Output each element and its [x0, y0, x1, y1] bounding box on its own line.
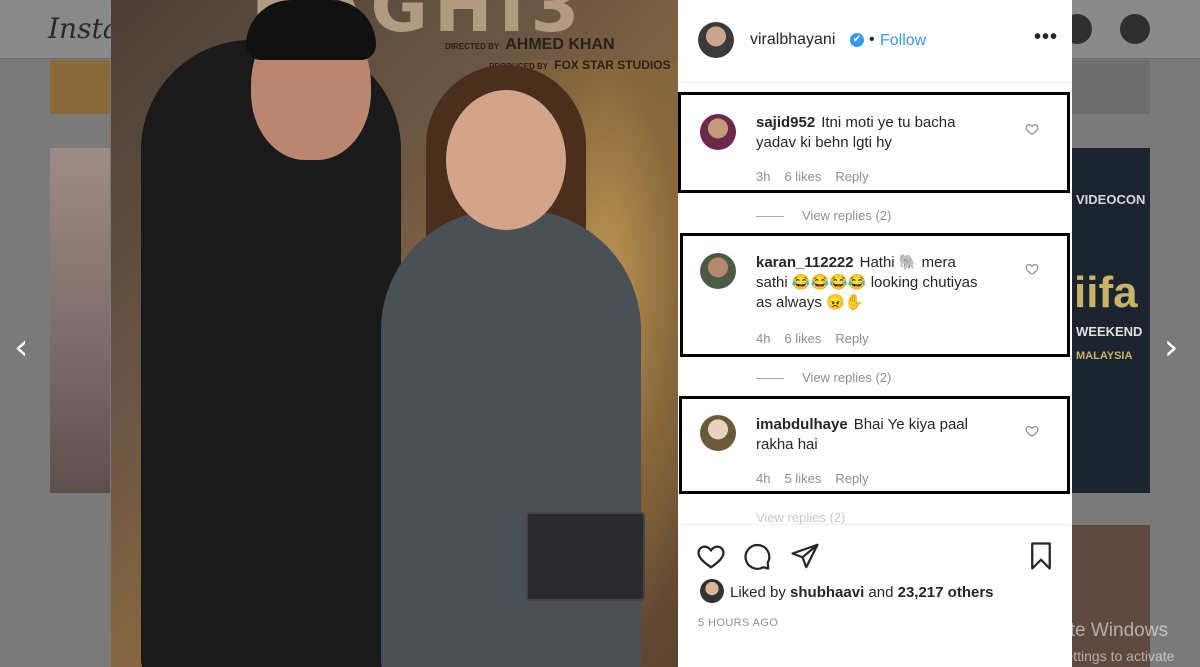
tile-text: VIDEOCON — [1076, 192, 1146, 207]
liked-by-user[interactable]: shubhaavi — [790, 584, 864, 601]
share-send-icon[interactable] — [790, 541, 820, 571]
liked-by-middle: and — [868, 584, 894, 601]
heart-icon[interactable] — [1025, 262, 1039, 276]
comment-body: sajid952 Itni moti ye tu bacha yadav ki b… — [756, 113, 981, 153]
verified-badge-icon: ✔ — [850, 33, 864, 47]
feed-tile[interactable] — [50, 60, 110, 114]
view-replies-label[interactable]: View replies (2) — [802, 370, 891, 385]
person-woman-head — [446, 90, 566, 230]
avatar[interactable] — [700, 579, 724, 603]
reply-link[interactable]: Reply — [835, 331, 868, 346]
comment-body: imabdulhaye Bhai Ye kiya paal rakha hai — [756, 415, 981, 455]
follow-button[interactable]: Follow — [880, 32, 926, 50]
more-options-icon[interactable]: ••• — [1034, 26, 1058, 49]
post-side-panel: viralbhayani ✔ • Follow ••• sajid952 Itni… — [678, 0, 1072, 667]
director-name: AHMED KHAN — [505, 36, 615, 53]
tile-text: WEEKEND — [1076, 324, 1143, 339]
clutch-bag — [526, 512, 645, 601]
comment-time: 4h — [756, 471, 771, 486]
post-username[interactable]: viralbhayani — [750, 31, 835, 49]
reply-link[interactable]: 5 likes — [784, 471, 821, 486]
poster-director-credit: DIRECTED BY AHMED KHAN — [445, 36, 615, 54]
reply-link[interactable]: Reply — [835, 169, 868, 184]
post-action-bar: Liked by shubhaavi and 23,217 others 5 H… — [678, 524, 1072, 635]
comment-time: 4h — [756, 331, 771, 346]
liked-by-prefix: Liked by — [730, 584, 786, 601]
comment-likes[interactable]: 6 likes — [784, 331, 821, 346]
liked-by-count[interactable]: 23,217 others — [898, 584, 994, 601]
direct-download-icon[interactable] — [1120, 14, 1150, 44]
view-replies-link[interactable]: View replies (2) — [756, 370, 891, 385]
post-header: viralbhayani ✔ • Follow ••• — [678, 0, 1072, 83]
tile-text: iifa — [1074, 268, 1138, 317]
heart-icon[interactable] — [1025, 122, 1039, 136]
directed-by-label: DIRECTED BY — [445, 42, 500, 51]
comment-time: 3h — [756, 169, 771, 184]
comment-meta: 3h 6 likes Reply — [756, 169, 883, 184]
comment-bubble-icon[interactable] — [742, 541, 772, 571]
person-man-hair — [246, 0, 376, 60]
comment-body: karan_112222 Hathi 🐘 mera sathi 😂😂😂😂 look… — [756, 253, 981, 313]
comment-likes[interactable]: 6 likes — [784, 169, 821, 184]
avatar[interactable] — [698, 22, 734, 58]
reply-link[interactable]: Reply — [835, 471, 868, 486]
comment-username[interactable]: karan_112222 — [756, 254, 854, 271]
comment-meta: 4h 6 likes Reply — [756, 331, 883, 346]
post-photo[interactable]: BAGHI3 DIRECTED BYAHMED KHAN PRODUCED BY… — [111, 0, 678, 667]
reply-line — [756, 216, 784, 218]
avatar[interactable] — [700, 114, 736, 150]
previous-arrow-icon[interactable]: ‹ — [14, 330, 28, 366]
feed-tile[interactable] — [1072, 525, 1150, 667]
heart-icon[interactable] — [1025, 424, 1039, 438]
instagram-logo: Insta — [48, 12, 120, 45]
view-replies-label[interactable]: View replies (2) — [802, 208, 891, 223]
post-timestamp[interactable]: 5 HOURS AGO — [698, 617, 778, 629]
reply-line — [756, 378, 784, 380]
comment-username[interactable]: imabdulhaye — [756, 416, 848, 433]
next-arrow-icon[interactable]: › — [1164, 330, 1178, 366]
like-heart-icon[interactable] — [696, 541, 726, 571]
producer-name: FOX STAR STUDIOS — [554, 58, 671, 72]
view-replies-link[interactable]: View replies (2) — [756, 208, 891, 223]
feed-tile[interactable]: VIDEOCON iifa WEEKEND MALAYSIA — [1072, 148, 1150, 493]
avatar[interactable] — [700, 415, 736, 451]
likes-summary: Liked by shubhaavi and 23,217 others — [730, 584, 994, 601]
feed-tile[interactable] — [1072, 60, 1150, 114]
view-replies-link[interactable]: View replies (2) — [756, 510, 845, 525]
comment-username[interactable]: sajid952 — [756, 114, 815, 131]
bookmark-icon[interactable] — [1026, 541, 1056, 571]
separator-dot: • — [869, 31, 875, 48]
comment-meta: 4h 5 likes Reply — [756, 471, 883, 486]
tile-text: MALAYSIA — [1076, 350, 1133, 362]
feed-tile[interactable] — [50, 148, 110, 493]
windows-activation-subtitle: Go to Settings to activate — [1018, 648, 1175, 664]
avatar[interactable] — [700, 253, 736, 289]
windows-activation-title: Activate Windows — [1018, 620, 1168, 641]
